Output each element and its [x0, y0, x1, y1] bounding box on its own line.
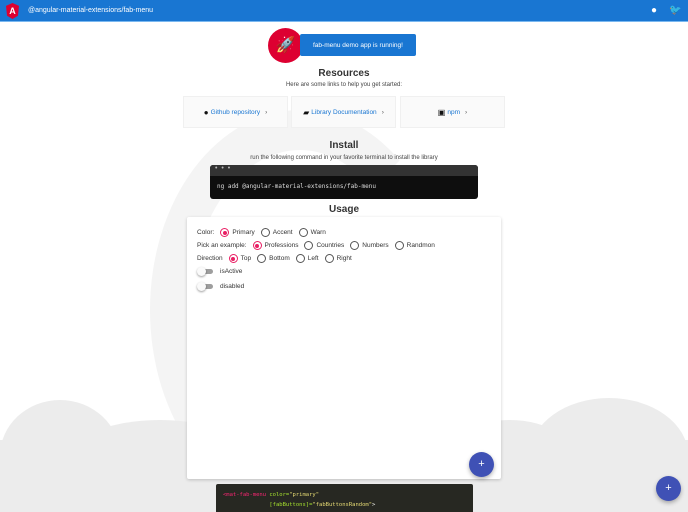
chevron-right-icon: › — [265, 108, 268, 116]
code-snippet: <mat-fab-menu color="primary" [fabButton… — [216, 484, 473, 512]
install-title: Install — [329, 140, 359, 151]
radio-numbers[interactable] — [350, 241, 360, 250]
npm-icon: ▣ — [437, 107, 446, 117]
install-subtitle: run the following command in your favori… — [250, 155, 438, 161]
book-icon: ▰ — [303, 107, 310, 117]
app-title: @angular-material-extensions/fab-menu — [28, 7, 153, 14]
radio-accent[interactable] — [260, 228, 270, 237]
code-end: > — [372, 502, 376, 508]
docs-link-card[interactable]: ▰ Library Documentation › — [291, 96, 396, 128]
usage-card: Color: Primary Accent Warn Pick an examp… — [187, 217, 501, 479]
github-link-card[interactable]: ● Github repository › — [183, 96, 288, 128]
terminal: • • • ng add @angular-material-extension… — [210, 165, 478, 199]
toggle-switch[interactable] — [197, 282, 213, 291]
radio-label: Countries — [316, 242, 345, 249]
top-toolbar: A @angular-material-extensions/fab-menu … — [0, 0, 688, 22]
radio-primary[interactable] — [220, 228, 230, 237]
link-label: npm — [447, 108, 461, 116]
fab-menu-button[interactable]: + — [469, 452, 494, 477]
code-tag: <mat-fab-menu — [223, 492, 267, 498]
radio-bottom[interactable] — [257, 254, 267, 263]
npm-link-card[interactable]: ▣ npm › — [400, 96, 505, 128]
color-label: Color: — [197, 229, 215, 236]
rocket-icon: 🚀 — [268, 28, 303, 63]
github-icon[interactable]: ● — [648, 5, 660, 17]
radio-label: Bottom — [269, 255, 290, 262]
example-label: Pick an example: — [197, 242, 247, 249]
twitter-icon[interactable]: 🐦 — [669, 5, 681, 17]
radio-random[interactable] — [394, 241, 404, 250]
code-attr: color= — [266, 492, 290, 498]
chevron-right-icon: › — [381, 108, 384, 116]
radio-right[interactable] — [324, 254, 334, 263]
github-icon: ● — [203, 107, 209, 117]
radio-countries[interactable] — [304, 241, 314, 250]
code-value: "fabButtonsRandom" — [312, 502, 373, 508]
radio-professions[interactable] — [252, 241, 262, 250]
terminal-dots: • • • — [210, 165, 478, 176]
toggle-label: disabled — [220, 283, 245, 290]
radio-left[interactable] — [295, 254, 305, 263]
direction-label: Direction — [197, 255, 223, 262]
radio-top[interactable] — [228, 254, 238, 263]
install-command[interactable]: ng add @angular-material-extensions/fab-… — [210, 176, 478, 190]
radio-label: Right — [336, 255, 352, 262]
resources-subtitle: Here are some links to help you get star… — [285, 82, 403, 88]
radio-label: Primary — [232, 229, 255, 236]
radio-warn[interactable] — [298, 228, 308, 237]
radio-label: Top — [240, 255, 252, 262]
toggle-switch[interactable] — [197, 267, 213, 276]
radio-label: Numbers — [362, 242, 389, 249]
link-label: Github repository — [210, 108, 261, 116]
code-value: "primary" — [289, 492, 320, 498]
chevron-right-icon: › — [465, 108, 468, 116]
direction-radio-group: Direction Top Bottom Left Right — [197, 254, 352, 263]
radio-label: Accent — [272, 229, 293, 236]
disabled-toggle[interactable]: disabled — [197, 282, 244, 291]
example-radio-group: Pick an example: Professions Countries N… — [197, 241, 435, 250]
angular-logo-icon: A — [6, 3, 19, 19]
toggle-label: isActive — [220, 268, 243, 275]
radio-label: Randmon — [406, 242, 435, 249]
code-attr: [fabButtons]= — [269, 502, 313, 508]
is-active-toggle[interactable]: isActive — [197, 267, 242, 276]
usage-title: Usage — [328, 204, 359, 215]
radio-label: Warn — [310, 229, 326, 236]
link-label: Library Documentation — [311, 108, 377, 116]
radio-label: Professions — [264, 242, 299, 249]
resources-title: Resources — [318, 68, 370, 79]
radio-label: Left — [307, 255, 319, 262]
fab-menu-button-global[interactable]: + — [656, 476, 681, 501]
running-banner: fab-menu demo app is running! — [300, 34, 416, 56]
color-radio-group: Color: Primary Accent Warn — [197, 228, 326, 237]
